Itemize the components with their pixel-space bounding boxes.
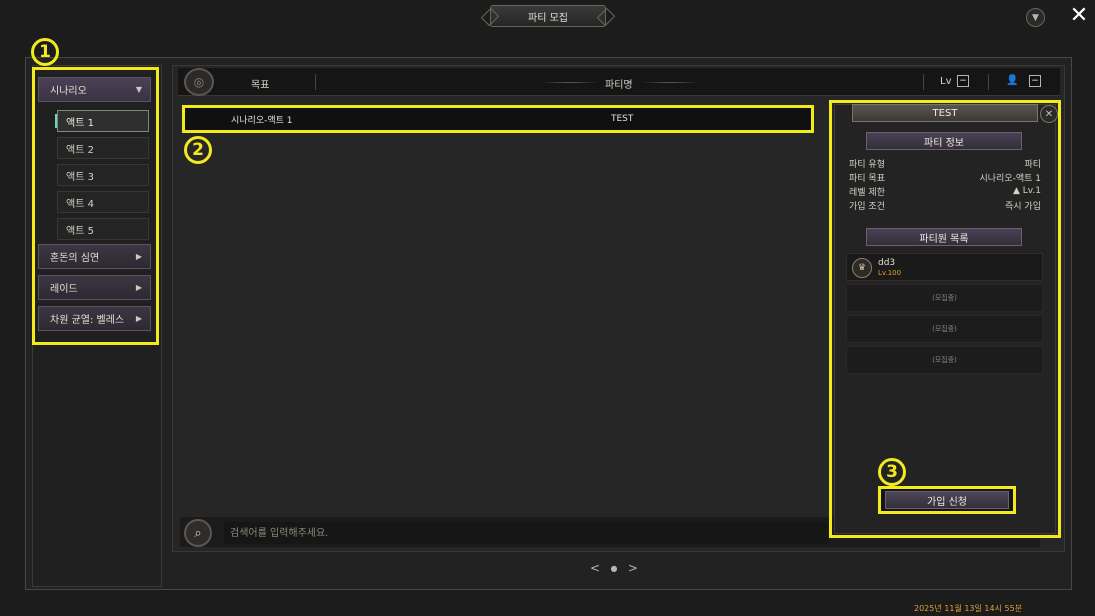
annotation-marker-1: 1: [31, 38, 59, 66]
empty-slot: (모집중): [846, 346, 1043, 374]
info-label: 가입 조건: [849, 201, 885, 212]
sidebar-category-dimension-rift[interactable]: 차원 균열: 벨레스 ▶: [38, 306, 151, 331]
annotation-marker-3: 3: [878, 458, 906, 486]
join-request-button[interactable]: 가입 신청: [878, 486, 1016, 514]
section-title: 파티 정보: [924, 137, 964, 149]
member-level: Lv.100: [878, 269, 902, 277]
sidebar-item-act-5[interactable]: 액트 5: [57, 218, 149, 240]
sidebar-category-raid[interactable]: 레이드 ▶: [38, 275, 151, 300]
divider: [315, 74, 316, 90]
header-level[interactable]: Lv: [940, 76, 952, 87]
leader-crown-icon: ♛: [852, 258, 872, 278]
member-card[interactable]: ♛ dd3 Lv.100: [846, 253, 1043, 281]
slot-text: (모집중): [932, 294, 957, 302]
section-party-members: 파티원 목록: [866, 228, 1022, 246]
sidebar-item-act-2[interactable]: 액트 2: [57, 137, 149, 159]
toggle-symbol: −: [1031, 76, 1039, 86]
marker-number: 3: [886, 462, 898, 482]
join-button-face: 가입 신청: [885, 491, 1009, 509]
section-title: 파티원 목록: [919, 233, 969, 245]
level-sort-toggle[interactable]: −: [957, 75, 969, 87]
item-label: 액트 3: [66, 171, 94, 183]
empty-slot: (모집중): [846, 315, 1043, 343]
item-label: 액트 1: [66, 117, 94, 129]
slot-text: (모집중): [932, 356, 957, 364]
datetime: 2025년 11월 13일 14시 55분: [914, 604, 1023, 613]
caret-right-icon: ▶: [135, 314, 142, 323]
category-label: 레이드: [50, 284, 78, 295]
info-value: 즉시 가입: [1005, 201, 1041, 212]
category-label: 차원 균열: 벨레스: [50, 315, 125, 326]
marker-number: 2: [192, 140, 204, 160]
info-value: 파티: [1024, 159, 1041, 170]
header-party-name[interactable]: 파티명: [605, 76, 633, 91]
join-label: 가입 신청: [927, 496, 967, 508]
item-label: 액트 2: [66, 144, 94, 156]
member-icon: 👤: [1006, 75, 1019, 86]
info-label: 파티 목표: [849, 173, 885, 184]
detail-title: TEST: [852, 104, 1038, 122]
close-icon[interactable]: ✕: [1040, 105, 1058, 123]
detail-title-text: TEST: [932, 107, 958, 119]
slot-text: (모집중): [932, 325, 957, 333]
divider: [540, 82, 600, 83]
info-value: ▲ Lv.1: [1012, 186, 1041, 196]
sidebar-category-abyss[interactable]: 혼돈의 심연 ▶: [38, 244, 151, 269]
close-icon[interactable]: ✕: [1067, 3, 1091, 28]
marker-number: 1: [39, 42, 51, 62]
header-goal[interactable]: 목표: [251, 76, 269, 91]
table-row[interactable]: 시나리오-액트 1 TEST: [182, 105, 814, 133]
page-dot-icon: ●: [610, 563, 618, 573]
info-row-type: 파티 유형 파티: [849, 156, 1041, 170]
search-input[interactable]: [224, 522, 828, 544]
info-label: 파티 유형: [849, 159, 885, 170]
info-row-goal: 파티 목표 시나리오-액트 1: [849, 170, 1041, 184]
pagination: < ● >: [590, 557, 638, 579]
window-title: 파티 모집: [490, 5, 606, 27]
divider: [640, 82, 700, 83]
item-label: 액트 4: [66, 198, 94, 210]
window-title-text: 파티 모집: [528, 12, 568, 24]
sidebar-item-act-3[interactable]: 액트 3: [57, 164, 149, 186]
divider: [988, 74, 989, 90]
emblem-icon: ◎: [184, 68, 214, 96]
sidebar-item-act-4[interactable]: 액트 4: [57, 191, 149, 213]
annotation-marker-2: 2: [184, 136, 212, 164]
empty-slot: (모집중): [846, 284, 1043, 312]
caret-right-icon: ▶: [135, 252, 142, 261]
divider: [923, 74, 924, 90]
sidebar-category-scenario[interactable]: 시나리오 ▼: [38, 77, 151, 102]
info-row-level: 레벨 제한 ▲ Lv.1: [849, 184, 1041, 198]
sidebar-item-act-1[interactable]: 액트 1: [55, 110, 149, 132]
member-sort-toggle[interactable]: −: [1029, 75, 1041, 87]
info-value: 시나리오-액트 1: [979, 173, 1041, 184]
row-party-name: TEST: [611, 114, 634, 124]
member-name: dd3: [878, 258, 896, 268]
category-label: 시나리오: [50, 86, 87, 97]
search-icon[interactable]: ⌕: [184, 519, 212, 547]
caret-right-icon: ▶: [135, 283, 142, 292]
chevron-right-icon[interactable]: >: [628, 561, 638, 575]
row-goal: 시나리오-액트 1: [231, 115, 293, 126]
toggle-symbol: −: [959, 76, 967, 86]
chevron-down-icon[interactable]: ▼: [1026, 8, 1045, 27]
info-row-join-condition: 가입 조건 즉시 가입: [849, 198, 1041, 212]
item-label: 액트 5: [66, 225, 94, 237]
caret-down-icon: ▼: [135, 85, 142, 94]
category-label: 혼돈의 심연: [50, 253, 100, 264]
section-party-info: 파티 정보: [866, 132, 1022, 150]
chevron-left-icon[interactable]: <: [590, 561, 600, 575]
info-label: 레벨 제한: [849, 187, 885, 198]
